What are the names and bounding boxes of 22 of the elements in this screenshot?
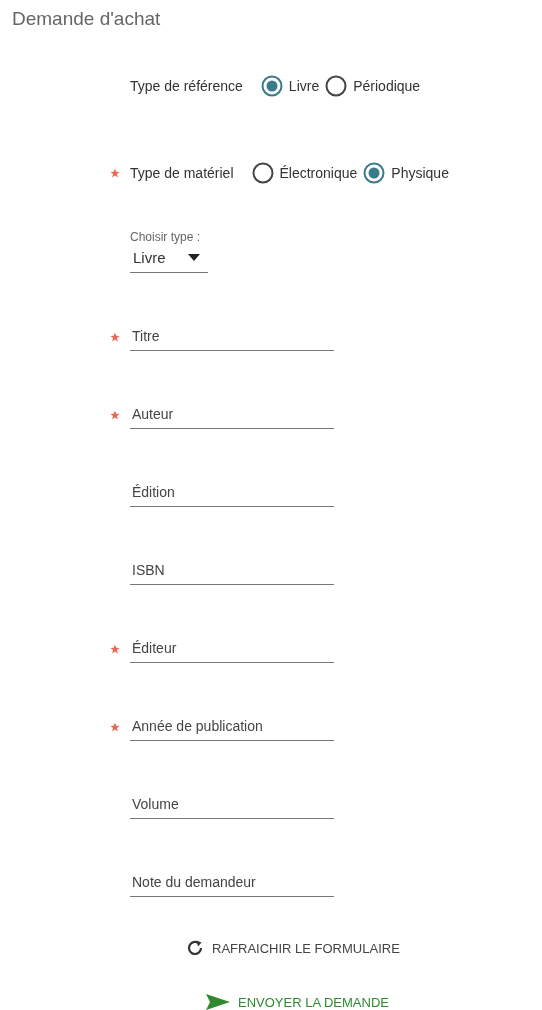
type-dropdown[interactable]: Livre: [130, 244, 208, 273]
text-field[interactable]: Éditeur: [130, 635, 334, 663]
text-field[interactable]: Auteur: [130, 401, 334, 429]
text-field[interactable]: Année de publication: [130, 713, 334, 741]
radio-option[interactable]: Électronique: [251, 162, 358, 184]
caret-icon: [188, 254, 200, 261]
radio-group-label: Type de référence: [130, 78, 243, 94]
send-icon: [206, 994, 230, 1010]
radio-option[interactable]: Périodique: [325, 75, 421, 97]
page-title: Demande d'achat: [11, 7, 162, 31]
text-field[interactable]: Édition: [130, 479, 334, 507]
radio-option[interactable]: Physique: [363, 162, 449, 184]
radio-group-label: Type de matériel: [130, 165, 234, 181]
text-field[interactable]: Volume: [130, 791, 334, 819]
select-label: Choisir type :: [130, 230, 202, 244]
refresh-button[interactable]: RAFRAICHIR LE FORMULAIRE: [186, 935, 400, 961]
send-button[interactable]: ENVOYER LA DEMANDE: [206, 990, 389, 1010]
text-field[interactable]: Note du demandeur: [130, 869, 334, 897]
text-field[interactable]: Titre: [130, 323, 334, 351]
refresh-icon: [186, 939, 204, 957]
text-field[interactable]: ISBN: [130, 557, 334, 585]
radio-option[interactable]: Livre: [260, 75, 320, 97]
